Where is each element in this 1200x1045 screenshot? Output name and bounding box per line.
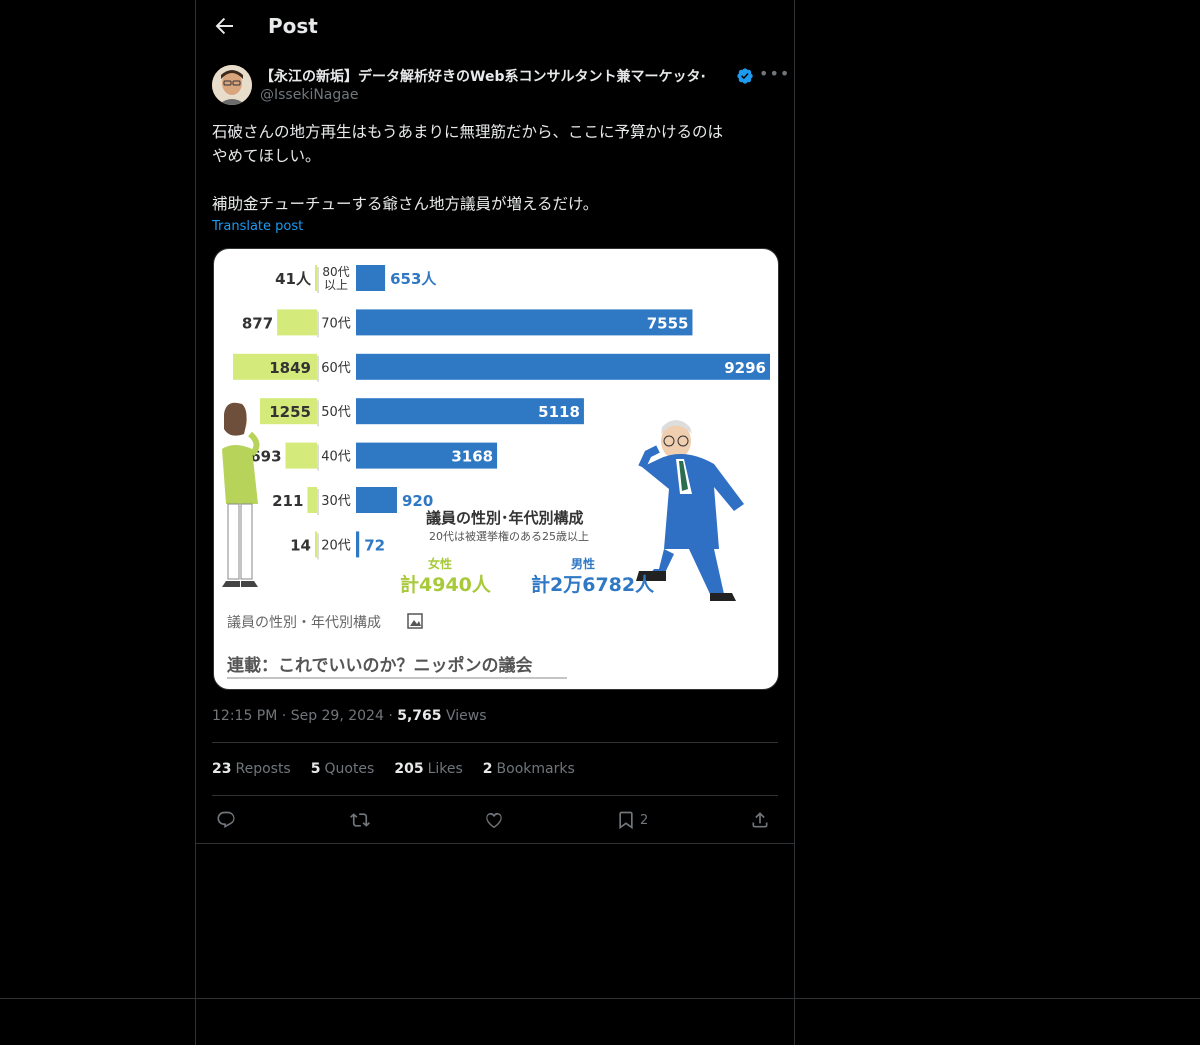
divider — [196, 843, 794, 844]
female-bar — [307, 487, 317, 513]
female-value-label: 14 — [290, 536, 311, 554]
stat-bookmarks[interactable]: 2 Bookmarks — [483, 761, 575, 777]
divider — [212, 742, 778, 743]
divider — [212, 795, 778, 796]
media-link-text[interactable]: 連載：これでいいのか？ニッポンの議会 — [227, 655, 533, 676]
author-handle[interactable]: @IssekiNagae — [260, 87, 358, 103]
male-total: 計2万6782人 — [531, 573, 655, 596]
female-bar — [315, 531, 317, 558]
media-caption: 議員の性別・年代別構成 — [227, 614, 381, 631]
category-label: 20代 — [321, 538, 351, 553]
author-name[interactable]: 【永江の新垢】データ解析好きのWeb系コンサルタント兼マーケッタ· — [260, 66, 706, 86]
reply-button[interactable] — [216, 808, 236, 832]
tweet-date[interactable]: Sep 29, 2024 — [291, 708, 384, 724]
category-label: 70代 — [321, 316, 351, 331]
bookmark-count: 2 — [640, 812, 649, 828]
male-value-label: 7555 — [647, 314, 689, 332]
female-total: 計4940人 — [400, 573, 492, 596]
main-column: Post 【永江の新垢】データ解析好きのWeb系コンサルタント兼マーケッタ· •… — [195, 0, 795, 1045]
woman-illustration — [222, 402, 260, 587]
repost-icon — [350, 813, 370, 827]
female-label: 女性 — [428, 556, 452, 571]
divider — [0, 998, 1200, 999]
tweet-text: 石破さんの地方再生はもうあまりに無理筋だから、ここに予算かけるのは やめてほしい… — [212, 123, 724, 213]
avatar[interactable] — [212, 65, 252, 105]
header: Post — [196, 0, 794, 54]
views-label: Views — [445, 708, 487, 724]
chart: 80代以上 653人 41人 70代 7555 877 60代 9296 1849 50代 5118… — [222, 265, 770, 679]
male-value-label: 3168 — [451, 448, 493, 466]
female-value-label: 211 — [272, 492, 303, 510]
verified-badge-icon — [737, 68, 753, 84]
male-bar — [356, 309, 693, 336]
like-button[interactable] — [484, 808, 504, 832]
chart-title: 議員の性別･年代別構成 — [426, 509, 584, 527]
stat-quotes[interactable]: 5 Quotes — [311, 761, 375, 777]
reply-icon — [217, 811, 235, 828]
more-options-icon[interactable]: ••• — [759, 66, 789, 85]
male-bar — [356, 487, 397, 513]
bookmark-icon — [619, 811, 633, 830]
male-bar — [356, 531, 360, 558]
female-bar — [285, 442, 317, 469]
female-bar — [315, 265, 317, 291]
share-button[interactable] — [750, 808, 770, 832]
category-label: 50代 — [321, 405, 351, 420]
male-label: 男性 — [571, 556, 595, 571]
page-title: Post — [268, 14, 318, 38]
male-value-label: 72 — [364, 536, 385, 554]
views-count: 5,765 — [397, 708, 442, 724]
male-value-label: 653人 — [390, 270, 437, 288]
repost-button[interactable] — [350, 808, 370, 832]
tweet-media[interactable]: 80代 以上 653人 41人 70代 7555 877 60代 9296 1849 50代 5118… — [213, 248, 779, 690]
translate-post-link[interactable]: Translate post — [212, 219, 303, 234]
female-value-label: 1849 — [269, 359, 311, 377]
female-value-label: 1255 — [269, 403, 311, 421]
male-value-label: 920 — [402, 492, 433, 510]
bookmark-button[interactable]: 2 — [616, 808, 648, 832]
female-value-label: 41人 — [275, 270, 312, 288]
category-label: 30代 — [321, 494, 351, 509]
male-value-label: 5118 — [538, 403, 580, 421]
category-label: 80代 — [322, 265, 349, 279]
male-value-label: 9296 — [724, 359, 766, 377]
stats-row: 23 Reposts 5 Quotes 205 Likes 2 Bookmarks — [212, 761, 575, 777]
chart-subtitle: 20代は被選挙権のある25歳以上 — [429, 529, 589, 543]
share-icon — [752, 812, 768, 828]
category-label: 40代 — [321, 450, 351, 465]
action-bar: 2 — [212, 808, 778, 832]
female-value-label: 877 — [242, 314, 273, 332]
female-bar — [277, 309, 317, 336]
tweet-meta: 12:15 PM · Sep 29, 2024 · 5,765 Views — [212, 708, 487, 724]
stat-likes[interactable]: 205 Likes — [394, 761, 462, 777]
image-icon — [407, 613, 423, 629]
male-bar — [356, 353, 770, 380]
heart-icon — [486, 812, 502, 829]
back-arrow-icon[interactable] — [212, 14, 236, 38]
stat-reposts[interactable]: 23 Reposts — [212, 761, 291, 777]
category-label: 以上 — [324, 278, 348, 292]
tweet-time[interactable]: 12:15 PM — [212, 708, 277, 724]
male-bar — [356, 265, 386, 291]
category-label: 60代 — [321, 361, 351, 376]
